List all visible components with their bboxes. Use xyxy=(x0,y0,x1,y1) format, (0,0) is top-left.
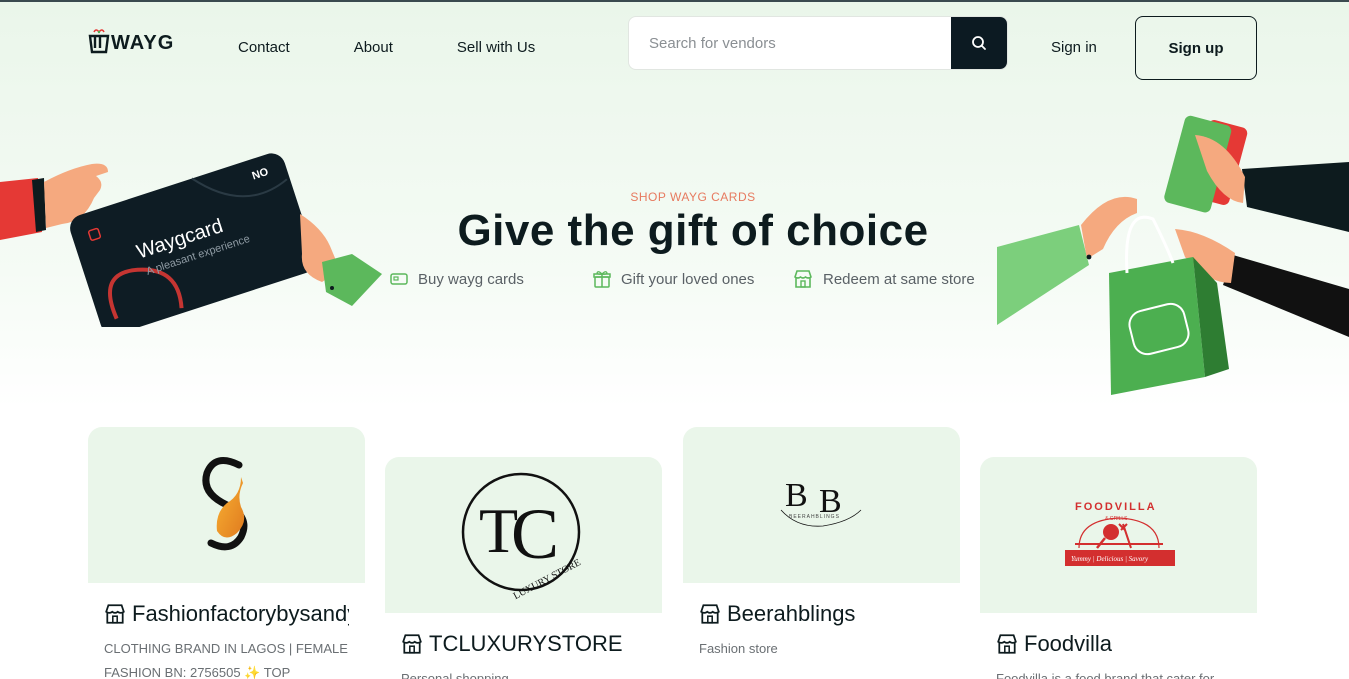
vendor-logo-area: FOODVILLA & GRILLS Yummy | Delicious | S… xyxy=(980,457,1257,613)
feature-redeem: Redeem at same store xyxy=(793,269,975,289)
vendor-name: TCLUXURYSTORE xyxy=(429,631,623,656)
feature-label: Redeem at same store xyxy=(823,270,975,288)
beerahblings-logo: B B BEERAHBLINGS xyxy=(780,477,861,527)
svg-text:B: B xyxy=(785,477,808,514)
sign-up-button[interactable]: Sign up xyxy=(1135,16,1257,80)
vendor-name: Foodvilla xyxy=(1024,631,1113,656)
store-icon xyxy=(402,634,422,654)
store-icon xyxy=(105,604,125,624)
vendor-description: Foodvilla is a food brand that cater for xyxy=(996,671,1215,679)
main-nav: Contact About Sell with Us xyxy=(238,39,535,56)
sign-in-link[interactable]: Sign in xyxy=(1051,39,1097,56)
header: WAYG Contact About Sell with Us Sign in … xyxy=(0,2,1349,94)
feature-buy-cards: Buy wayg cards xyxy=(390,269,593,289)
vendor-title: TCLUXURYSTORE xyxy=(401,631,646,657)
foodvilla-logo: FOODVILLA & GRILLS Yummy | Delicious | S… xyxy=(1064,501,1175,566)
nav-contact[interactable]: Contact xyxy=(238,39,290,56)
vendor-name: Beerahblings xyxy=(727,601,856,626)
vendor-card[interactable]: FOODVILLA & GRILLS Yummy | Delicious | S… xyxy=(980,457,1257,679)
logo-text: WAYG xyxy=(111,32,175,54)
vendor-title: Foodvilla xyxy=(996,631,1241,657)
nav-about[interactable]: About xyxy=(354,39,393,56)
vendor-logo-area: T C LUXURY STORE xyxy=(385,457,662,613)
search-icon xyxy=(972,36,986,50)
hands-with-shopping-bag-illustration xyxy=(997,115,1349,395)
vendor-card[interactable]: T C LUXURY STORE TCLUXURYSTORE Personal … xyxy=(385,457,662,679)
gift-icon xyxy=(593,271,611,288)
vendor-title: Fashionfactorybysandy xyxy=(104,601,349,627)
store-icon xyxy=(794,270,812,288)
tcluxurystore-logo: T C LUXURY STORE xyxy=(461,472,582,600)
search-button[interactable] xyxy=(951,17,1007,69)
card-icon xyxy=(390,273,408,285)
foodvilla-ribbon-text: Yummy | Delicious | Savory xyxy=(1071,555,1149,563)
store-icon xyxy=(997,634,1017,654)
vendor-title: Beerahblings xyxy=(699,601,944,627)
nav-sell-with-us[interactable]: Sell with Us xyxy=(457,39,535,56)
search-input[interactable] xyxy=(629,17,951,69)
gift-bag-logo-icon xyxy=(88,29,110,54)
vendor-description: Personal shopping xyxy=(401,671,509,679)
vendor-name: Fashionfactorybysandy xyxy=(132,601,349,626)
foodvilla-logo-text: FOODVILLA xyxy=(1075,501,1157,513)
vendor-description: CLOTHING BRAND IN LAGOS | FEMALE FASHION… xyxy=(104,641,348,679)
vendor-logo-area xyxy=(88,427,365,583)
feature-label: Gift your loved ones xyxy=(621,270,755,288)
vendor-description: Fashion store xyxy=(699,641,778,656)
wayg-logo[interactable]: WAYG xyxy=(88,26,174,54)
vendor-card[interactable]: Fashionfactorybysandy CLOTHING BRAND IN … xyxy=(88,427,365,679)
feature-label: Buy wayg cards xyxy=(418,270,524,288)
fashionfactory-logo xyxy=(202,457,247,551)
beerah-logo-subtext: BEERAHBLINGS xyxy=(789,514,840,520)
hero-features: Buy wayg cards Gift your loved ones Rede… xyxy=(390,269,975,289)
vendor-search xyxy=(628,16,1008,70)
vendor-card[interactable]: B B BEERAHBLINGS Beerahblings Fashion st… xyxy=(683,427,960,679)
svg-text:C: C xyxy=(511,494,559,574)
store-icon xyxy=(700,604,720,624)
feature-gift: Gift your loved ones xyxy=(593,269,793,289)
vendor-logo-area: B B BEERAHBLINGS xyxy=(683,427,960,583)
